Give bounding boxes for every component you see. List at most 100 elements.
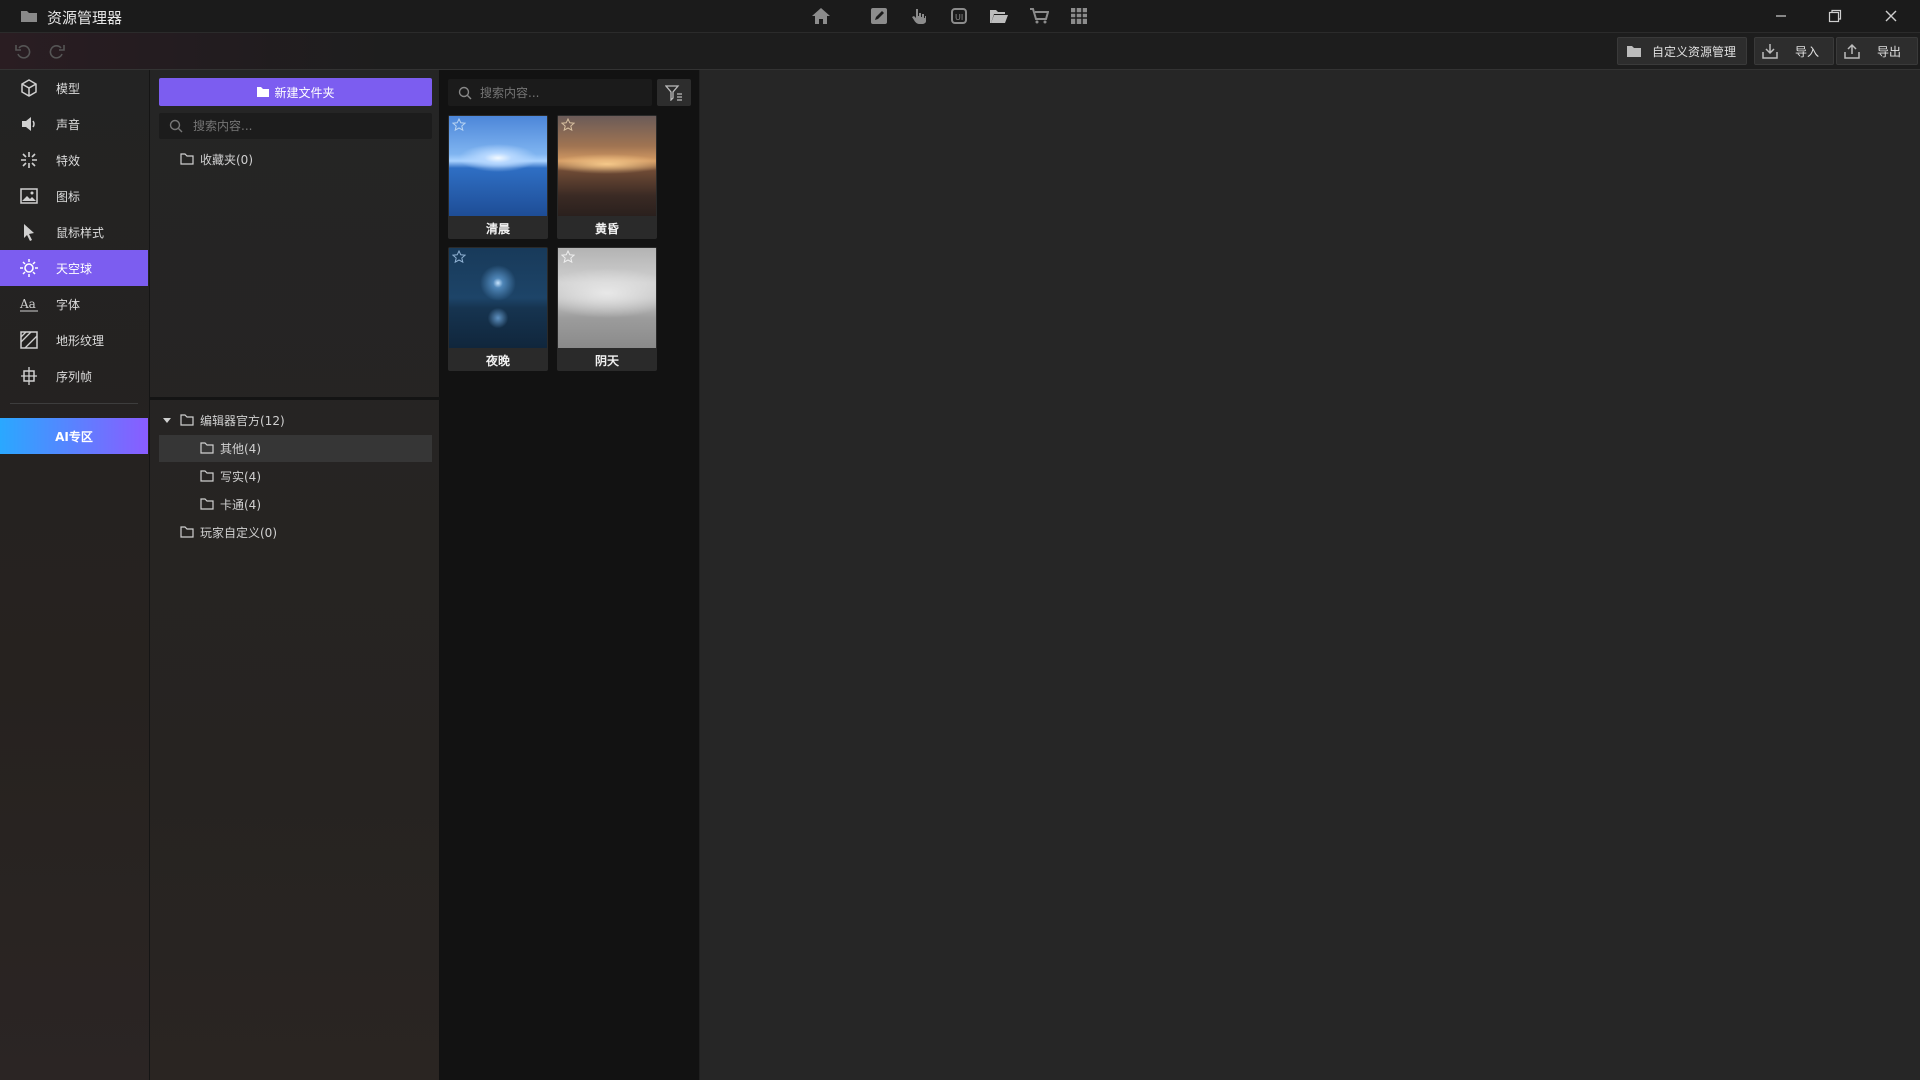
panel-splitter[interactable] xyxy=(150,397,440,400)
folder-icon xyxy=(180,526,194,538)
import-icon xyxy=(1761,42,1779,60)
asset-label: 清晨 xyxy=(485,221,510,236)
sidebar-item-skybox[interactable]: 天空球 xyxy=(0,250,148,286)
folder-icon xyxy=(1626,44,1642,58)
ui-editor-icon[interactable]: UI xyxy=(948,5,970,27)
folder-label: 其他(4) xyxy=(220,441,261,456)
asset-label: 黄昏 xyxy=(594,221,619,236)
restore-icon[interactable] xyxy=(1824,5,1846,27)
asset-label: 阴天 xyxy=(594,353,619,368)
favorites-folder[interactable]: 收藏夹(0) xyxy=(180,148,253,170)
title-bar: 资源管理器 UI xyxy=(0,0,1920,33)
tree-child-realistic[interactable]: 写实(4) xyxy=(200,465,261,487)
asset-card-morning[interactable]: 清晨 xyxy=(448,115,548,239)
tree-child-cartoon[interactable]: 卡通(4) xyxy=(200,493,261,515)
hand-pointer-icon[interactable] xyxy=(908,5,930,27)
new-folder-button[interactable]: 新建文件夹 xyxy=(159,78,432,106)
tree-child-other[interactable]: 其他(4) xyxy=(200,437,261,459)
sidebar-item-sequence-frames[interactable]: 序列帧 xyxy=(0,358,148,394)
asset-search-input[interactable] xyxy=(480,85,640,100)
folder-label: 玩家自定义(0) xyxy=(200,525,277,540)
sidebar-item-font[interactable]: Aa 字体 xyxy=(0,286,148,322)
export-button[interactable]: 导出 xyxy=(1836,37,1918,65)
sidebar-item-cursor-style[interactable]: 鼠标样式 xyxy=(0,214,148,250)
asset-label: 夜晚 xyxy=(485,353,510,368)
favorite-star-icon[interactable] xyxy=(451,249,467,264)
asset-card-night[interactable]: 夜晚 xyxy=(448,247,548,371)
filter-button[interactable] xyxy=(657,79,691,106)
favorite-star-icon[interactable] xyxy=(560,249,576,264)
sidebar-item-icons[interactable]: 图标 xyxy=(0,178,148,214)
sidebar-item-model[interactable]: 模型 xyxy=(0,70,148,106)
image-icon xyxy=(18,185,40,207)
cursor-icon xyxy=(18,221,40,243)
sidebar-item-label: 序列帧 xyxy=(56,369,93,384)
texture-icon xyxy=(18,329,40,351)
folder-search-box[interactable] xyxy=(159,113,432,139)
tree-player-custom[interactable]: 玩家自定义(0) xyxy=(180,521,277,543)
sidebar-item-label: 鼠标样式 xyxy=(56,225,105,240)
close-icon[interactable] xyxy=(1880,5,1902,27)
sidebar-item-label: 地形纹理 xyxy=(56,333,105,348)
folder-icon xyxy=(200,498,214,510)
sparkle-icon xyxy=(18,149,40,171)
svg-text:Aa: Aa xyxy=(19,297,36,311)
chevron-down-icon[interactable] xyxy=(162,415,172,425)
minimize-icon[interactable] xyxy=(1770,5,1792,27)
sidebar-item-label: 特效 xyxy=(56,153,81,168)
sidebar-item-label: 声音 xyxy=(56,117,81,132)
redo-icon[interactable] xyxy=(46,40,68,62)
svg-text:UI: UI xyxy=(955,13,963,22)
asset-search-box[interactable] xyxy=(448,79,652,106)
custom-resource-manage-label: 自定义资源管理 xyxy=(1652,44,1737,59)
tree-root-official[interactable]: 编辑器官方(12) xyxy=(162,409,285,431)
folder-label: 编辑器官方(12) xyxy=(200,413,285,428)
sidebar-item-label: 模型 xyxy=(56,81,81,96)
folder-label: 卡通(4) xyxy=(220,497,261,512)
custom-resource-manage-button[interactable]: 自定义资源管理 xyxy=(1617,37,1747,65)
folder-icon xyxy=(200,442,214,454)
folder-panel: 新建文件夹 收藏夹(0) 编辑器官方(12) 其他(4) 写实(4) 卡通(4)… xyxy=(150,70,440,1080)
toolbar: 自定义资源管理 导入 导出 xyxy=(0,33,1920,70)
folder-icon xyxy=(180,153,194,165)
sidebar-item-effects[interactable]: 特效 xyxy=(0,142,148,178)
asset-grid-panel: 清晨 黄昏 夜晚 阴天 xyxy=(440,70,700,1080)
home-icon[interactable] xyxy=(810,5,832,27)
sun-icon xyxy=(18,257,40,279)
preview-area xyxy=(700,70,1920,1080)
search-icon xyxy=(169,119,183,133)
sidebar-item-label: 图标 xyxy=(56,189,81,204)
folder-icon xyxy=(200,470,214,482)
sidebar-item-label: 天空球 xyxy=(56,261,93,276)
open-folder-icon[interactable] xyxy=(988,5,1010,27)
folder-icon xyxy=(180,414,194,426)
folder-label: 收藏夹(0) xyxy=(200,152,253,167)
import-label: 导入 xyxy=(1795,44,1820,59)
category-sidebar: 模型 声音 特效 图标 鼠标样式 天空球 Aa 字体 地形纹理 序列帧 AI专区 xyxy=(0,70,150,1080)
undo-icon[interactable] xyxy=(12,40,34,62)
favorite-star-icon[interactable] xyxy=(560,117,576,132)
export-icon xyxy=(1843,42,1861,60)
new-folder-label: 新建文件夹 xyxy=(274,85,335,100)
filter-icon xyxy=(665,84,683,101)
cube-icon xyxy=(18,77,40,99)
edit-icon[interactable] xyxy=(868,5,890,27)
search-icon xyxy=(458,86,472,100)
import-button[interactable]: 导入 xyxy=(1754,37,1834,65)
shop-cart-icon[interactable] xyxy=(1028,5,1050,27)
window-title: 资源管理器 xyxy=(47,9,123,27)
sidebar-item-terrain-texture[interactable]: 地形纹理 xyxy=(0,322,148,358)
folder-search-input[interactable] xyxy=(193,119,413,133)
speaker-icon xyxy=(18,113,40,135)
ai-zone-button[interactable]: AI专区 xyxy=(0,418,148,454)
export-label: 导出 xyxy=(1877,44,1902,59)
folder-label: 写实(4) xyxy=(220,469,261,484)
table-grid-icon[interactable] xyxy=(1068,5,1090,27)
sidebar-item-sound[interactable]: 声音 xyxy=(0,106,148,142)
asset-card-dusk[interactable]: 黄昏 xyxy=(557,115,657,239)
favorite-star-icon[interactable] xyxy=(451,117,467,132)
asset-card-overcast[interactable]: 阴天 xyxy=(557,247,657,371)
sequence-icon xyxy=(18,365,40,387)
sidebar-item-label: 字体 xyxy=(56,297,81,312)
sidebar-divider xyxy=(10,403,138,404)
